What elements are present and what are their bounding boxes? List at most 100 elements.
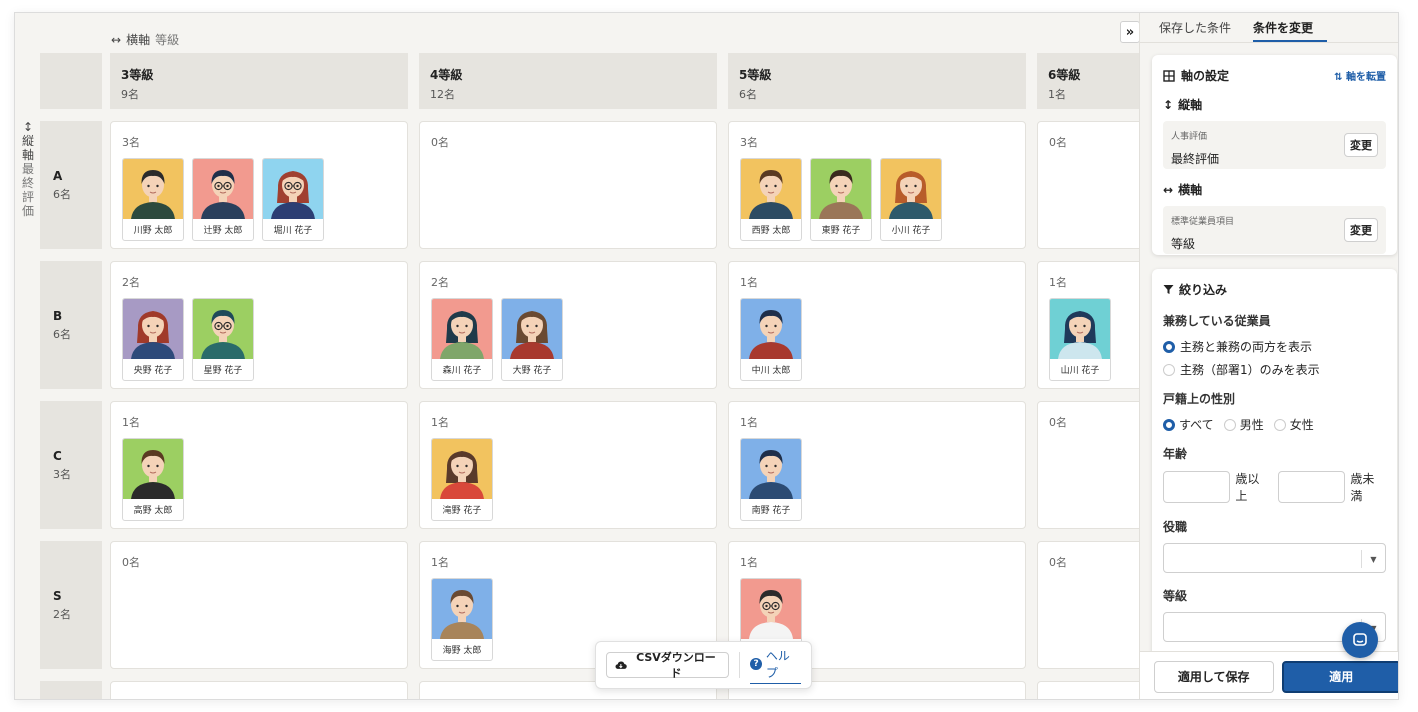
employee-avatar <box>193 159 253 219</box>
employee-name: 海野 太郎 <box>442 646 482 656</box>
apply-and-save-button[interactable]: 適用して保存 <box>1154 660 1274 693</box>
employee-name: 南野 花子 <box>751 506 791 516</box>
change-vertical-axis-button[interactable]: 変更 <box>1344 133 1378 157</box>
employee-name: 星野 花子 <box>203 366 243 376</box>
cell-count: 0名 <box>1049 136 1067 149</box>
filter-icon <box>1163 285 1174 294</box>
employee-avatar <box>432 579 492 639</box>
axis-settings-card: 軸の設定 ⇅ 軸を転置 ↕ 縦軸 人事評価 最終評価 変更 ↔ 横軸 標準従業員… <box>1152 55 1397 255</box>
vertical-axis-field: 人事評価 最終評価 変更 <box>1163 121 1386 169</box>
employee-card[interactable]: 海野 太郎 <box>431 578 493 661</box>
matrix-cell: 1名 南野 花子 <box>728 401 1026 529</box>
employee-name: 辻野 太郎 <box>203 226 243 236</box>
toolbar-divider <box>739 652 741 678</box>
employee-avatar <box>881 159 941 219</box>
dropdown-caret-icon: ▼ <box>1361 550 1385 568</box>
employee-card[interactable]: 辻野 太郎 <box>192 158 254 241</box>
matrix-cell: 3名西野 太郎 東野 花子 小川 花子 <box>728 121 1026 249</box>
cell-count: 0名 <box>431 136 449 149</box>
vertical-arrow-icon: ↕ <box>22 120 34 134</box>
cell-count: 1名 <box>1049 276 1067 289</box>
employee-name: 滝野 花子 <box>442 506 482 516</box>
employee-card[interactable]: 東野 花子 <box>810 158 872 241</box>
table-grid-icon <box>1163 69 1175 82</box>
radio-show-primary-only[interactable]: 主務（部署1）のみを表示 <box>1163 361 1386 378</box>
radio-gender-all[interactable]: すべて <box>1163 416 1214 433</box>
age-to-input[interactable] <box>1278 471 1346 503</box>
employee-avatar <box>263 159 323 219</box>
position-select[interactable]: ▼ <box>1163 543 1386 573</box>
employee-card[interactable]: 西野 太郎 <box>740 158 802 241</box>
employee-card[interactable]: 山川 花子 <box>1049 298 1111 381</box>
apply-button[interactable]: 適用 <box>1281 660 1398 693</box>
employee-avatar <box>741 159 801 219</box>
employee-card[interactable]: 滝野 花子 <box>431 438 493 521</box>
transpose-axis-button[interactable]: ⇅ 軸を転置 <box>1334 68 1386 83</box>
matrix-cell: 0名 <box>419 121 717 249</box>
csv-download-button[interactable]: CSVダウンロード <box>606 651 730 680</box>
vertical-arrow-icon: ↕ <box>1163 97 1174 112</box>
employee-name: 森川 花子 <box>442 366 482 376</box>
matrix-cell: 2名央野 花子 星野 花子 <box>110 261 408 389</box>
employee-avatar <box>741 439 801 499</box>
tab-saved-conditions[interactable]: 保存した条件 <box>1159 13 1231 42</box>
column-axis-label: ↔ 横軸 等級 <box>111 32 180 48</box>
row-header: S 2名 <box>40 541 102 669</box>
employee-card[interactable]: 星野 花子 <box>192 298 254 381</box>
cell-count: 1名 <box>740 556 758 569</box>
tab-change-conditions[interactable]: 条件を変更 <box>1253 13 1328 42</box>
employee-card[interactable]: 央野 花子 <box>122 298 184 381</box>
matrix-cell: 3名川野 太郎 辻野 太郎 堀川 花子 <box>110 121 408 249</box>
employee-card[interactable]: 大野 花子 <box>501 298 563 381</box>
employee-avatar <box>1050 299 1110 359</box>
radio-gender-female[interactable]: 女性 <box>1273 416 1314 433</box>
cell-count: 2名 <box>122 276 140 289</box>
cell-count: 0名 <box>1049 416 1067 429</box>
employee-name: 大野 花子 <box>512 366 552 376</box>
column-header: 3等級 9名 <box>110 53 408 109</box>
employee-card[interactable]: 堀川 花子 <box>262 158 324 241</box>
row-header: C 3名 <box>40 401 102 529</box>
cell-count: 0名 <box>1049 556 1067 569</box>
help-link[interactable]: ? ヘルプ <box>750 647 802 684</box>
matrix-cell: 0名 <box>1037 121 1139 249</box>
employee-card[interactable]: 中川 太郎 <box>740 298 802 381</box>
cell-count: 1名 <box>740 276 758 289</box>
change-horizontal-axis-button[interactable]: 変更 <box>1344 218 1378 242</box>
employee-avatar <box>741 579 801 639</box>
employee-name: 西野 太郎 <box>751 226 791 236</box>
employee-card[interactable]: 森川 花子 <box>431 298 493 381</box>
employee-card[interactable]: 南野 花子 <box>740 438 802 521</box>
column-header: 6等級 1名 <box>1037 53 1139 109</box>
cell-count: 3名 <box>122 136 140 149</box>
employee-avatar <box>123 299 183 359</box>
radio-gender-male[interactable]: 男性 <box>1223 416 1264 433</box>
radio-show-both[interactable]: 主務と兼務の両方を表示 <box>1163 338 1386 355</box>
swap-arrows-icon: ⇅ <box>1334 72 1343 83</box>
employee-card[interactable]: 小川 花子 <box>880 158 942 241</box>
column-header: 5等級 6名 <box>728 53 1026 109</box>
age-from-input[interactable] <box>1163 471 1231 503</box>
horizontal-axis-field: 標準従業員項目 等級 変更 <box>1163 206 1386 254</box>
cloud-download-icon <box>615 661 627 669</box>
panel-tabs: 保存した条件 条件を変更 <box>1140 13 1398 43</box>
employee-name: 山川 花子 <box>1060 366 1100 376</box>
collapse-panel-button[interactable]: » <box>1120 21 1140 43</box>
grade-matrix: ↔ 横軸 等級 ↕ 縦軸最終評価 3等級 9名 4等級 12名 5等級 6名 6等級 1名 A 6名… <box>15 13 1139 699</box>
matrix-cell: 1名山川 花子 <box>1037 261 1139 389</box>
row-header-partial <box>40 681 102 699</box>
employee-card[interactable]: 川野 太郎 <box>122 158 184 241</box>
radio-unselected <box>1163 363 1175 376</box>
row-header: A 6名 <box>40 121 102 249</box>
employee-avatar <box>741 299 801 359</box>
chat-bubble-icon <box>1353 633 1367 646</box>
cell-count: 3名 <box>740 136 758 149</box>
employee-card[interactable]: 高野 太郎 <box>122 438 184 521</box>
matrix-cell: 0名 <box>1037 541 1139 669</box>
employee-name: 中川 太郎 <box>751 366 791 376</box>
matrix-cell: 1名 滝野 花子 <box>419 401 717 529</box>
employee-avatar <box>432 299 492 359</box>
matrix-cell: 1名中川 太郎 <box>728 261 1026 389</box>
chat-support-button[interactable] <box>1342 622 1378 658</box>
matrix-cell: 0名 <box>110 541 408 669</box>
